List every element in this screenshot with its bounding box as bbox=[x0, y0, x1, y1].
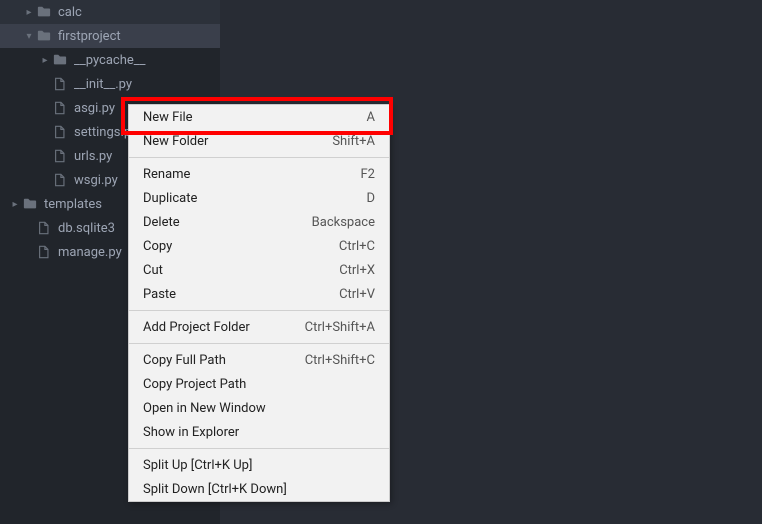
folder-icon bbox=[22, 197, 38, 211]
menu-item-open-in-new-window[interactable]: Open in New Window bbox=[129, 396, 389, 420]
chevron-down-icon[interactable] bbox=[24, 31, 34, 42]
folder-icon bbox=[36, 5, 52, 19]
tree-item-label: calc bbox=[58, 5, 82, 20]
tree-item-label: manage.py bbox=[58, 245, 122, 260]
menu-item-label: Rename bbox=[143, 167, 190, 182]
folder-icon bbox=[52, 53, 68, 67]
menu-item-copy-project-path[interactable]: Copy Project Path bbox=[129, 372, 389, 396]
tree-item-label: __pycache__ bbox=[74, 53, 146, 68]
menu-item-cut[interactable]: Cut Ctrl+X bbox=[129, 258, 389, 282]
menu-item-label: Copy Project Path bbox=[143, 377, 246, 392]
menu-item-label: New Folder bbox=[143, 134, 208, 149]
menu-item-paste[interactable]: Paste Ctrl+V bbox=[129, 282, 389, 306]
file-icon bbox=[52, 173, 68, 187]
menu-item-add-project-folder[interactable]: Add Project Folder Ctrl+Shift+A bbox=[129, 315, 389, 339]
tree-item-label: db.sqlite3 bbox=[58, 221, 115, 236]
file-icon bbox=[52, 125, 68, 139]
menu-item-new-file[interactable]: New File A bbox=[129, 105, 389, 129]
tree-item--pycache-[interactable]: __pycache__ bbox=[0, 48, 220, 72]
menu-item-delete[interactable]: Delete Backspace bbox=[129, 210, 389, 234]
tree-item-label: __init__.py bbox=[74, 77, 132, 92]
menu-item-rename[interactable]: Rename F2 bbox=[129, 162, 389, 186]
tree-item-label: wsgi.py bbox=[74, 173, 118, 188]
menu-item-shortcut: D bbox=[366, 191, 375, 206]
menu-item-shortcut: Ctrl+V bbox=[339, 287, 375, 302]
tree-item-label: asgi.py bbox=[74, 101, 115, 116]
menu-item-show-in-explorer[interactable]: Show in Explorer bbox=[129, 420, 389, 444]
menu-separator bbox=[129, 343, 389, 344]
tree-item-label: urls.py bbox=[74, 149, 112, 164]
menu-item-label: Duplicate bbox=[143, 191, 197, 206]
menu-item-shortcut: Backspace bbox=[312, 215, 375, 230]
menu-item-label: Open in New Window bbox=[143, 401, 266, 416]
chevron-right-icon[interactable] bbox=[10, 199, 20, 210]
menu-item-label: New File bbox=[143, 110, 193, 125]
menu-item-label: Add Project Folder bbox=[143, 320, 250, 335]
tree-item-label: templates bbox=[44, 197, 102, 212]
menu-item-label: Paste bbox=[143, 287, 176, 302]
menu-item-label: Show in Explorer bbox=[143, 425, 239, 440]
menu-item-shortcut: Ctrl+Shift+A bbox=[305, 320, 375, 335]
menu-item-copy[interactable]: Copy Ctrl+C bbox=[129, 234, 389, 258]
menu-item-duplicate[interactable]: Duplicate D bbox=[129, 186, 389, 210]
menu-item-copy-full-path[interactable]: Copy Full Path Ctrl+Shift+C bbox=[129, 348, 389, 372]
menu-item-label: Split Down [Ctrl+K Down] bbox=[143, 482, 287, 497]
menu-separator bbox=[129, 448, 389, 449]
menu-separator bbox=[129, 310, 389, 311]
file-icon bbox=[52, 77, 68, 91]
tree-item-firstproject[interactable]: firstproject bbox=[0, 24, 220, 48]
menu-item-label: Delete bbox=[143, 215, 180, 230]
menu-item-label: Copy Full Path bbox=[143, 353, 226, 368]
menu-item-new-folder[interactable]: New Folder Shift+A bbox=[129, 129, 389, 153]
menu-item-shortcut: A bbox=[367, 110, 375, 125]
tree-item-label: firstproject bbox=[58, 29, 121, 44]
tree-item--init-py[interactable]: __init__.py bbox=[0, 72, 220, 96]
context-menu: New File A New Folder Shift+A Rename F2 Duplic… bbox=[128, 104, 390, 502]
folder-icon bbox=[36, 29, 52, 43]
chevron-right-icon[interactable] bbox=[24, 7, 34, 18]
menu-item-shortcut: Shift+A bbox=[332, 134, 375, 149]
menu-item-shortcut: F2 bbox=[361, 167, 376, 182]
menu-item-split-up-ctrl-k-up[interactable]: Split Up [Ctrl+K Up] bbox=[129, 453, 389, 477]
menu-item-label: Split Up [Ctrl+K Up] bbox=[143, 458, 252, 473]
file-icon bbox=[36, 245, 52, 259]
menu-separator bbox=[129, 157, 389, 158]
menu-item-shortcut: Ctrl+C bbox=[339, 239, 375, 254]
file-icon bbox=[52, 101, 68, 115]
menu-item-label: Copy bbox=[143, 239, 172, 254]
file-icon bbox=[52, 149, 68, 163]
menu-item-split-down-ctrl-k-down[interactable]: Split Down [Ctrl+K Down] bbox=[129, 477, 389, 501]
tree-item-calc[interactable]: calc bbox=[0, 0, 220, 24]
chevron-right-icon[interactable] bbox=[40, 55, 50, 66]
menu-item-shortcut: Ctrl+Shift+C bbox=[305, 353, 375, 368]
file-icon bbox=[36, 221, 52, 235]
menu-item-shortcut: Ctrl+X bbox=[339, 263, 375, 278]
menu-item-label: Cut bbox=[143, 263, 163, 278]
